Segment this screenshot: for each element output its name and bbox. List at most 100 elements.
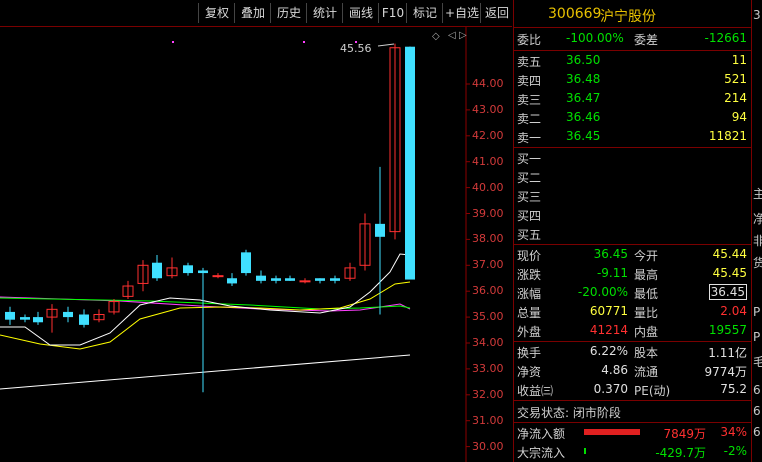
toolbar-add-watchlist-button[interactable]: +自选 [442, 3, 481, 23]
stat-row: 外盘 41214 内盘 19557 [514, 321, 751, 341]
fundamental-row: 收益㈢ 0.370 PE(动) 75.2 [514, 380, 751, 400]
candle-body [212, 275, 224, 278]
net-inflow-pct: 34% [720, 425, 747, 439]
y-axis-label: 44.00 [472, 77, 504, 90]
sliver-text: 3 [753, 8, 761, 22]
sell-level-row: 卖三 36.47 214 [514, 89, 751, 109]
candle-body [33, 317, 43, 323]
kline-chart[interactable]: 45.56 ◇ ◁ ▷ 44.00 43.00 42.00 41.00 40.00 39.… [0, 27, 512, 462]
toolbar-f10-button[interactable]: F10 [378, 3, 407, 23]
toolbar-stats-button[interactable]: 统计 [306, 3, 343, 23]
toolbar-fuquan-button[interactable]: 复权 [198, 3, 235, 23]
stat-label: 外盘 [517, 325, 542, 339]
sell-level-price: 36.48 [566, 72, 601, 86]
stat-label: 涨跌 [517, 268, 542, 282]
buy-level-label: 买四 [517, 209, 542, 223]
block-inflow-value: -429.7万 [655, 446, 706, 460]
quote-panel: 300669 沪宁股份 委比 -100.00% 委差 -12661 交易状态: … [513, 0, 751, 462]
stat-label2: 今开 [634, 249, 659, 263]
candle-body [198, 270, 208, 274]
toolbar-back-button[interactable]: 返回 [480, 3, 513, 23]
stat-row: 涨跌 -9.11 最高 45.45 [514, 264, 751, 284]
stat-label2: 最高 [634, 268, 659, 282]
y-axis-label: 37.00 [472, 258, 504, 272]
fundamental-value2: 9774万 [704, 365, 747, 379]
high-price-marker: 45.56 [340, 42, 372, 55]
sliver-text: P [753, 305, 761, 319]
y-axis-label: 34.00 [472, 336, 504, 349]
sell-level-volume: 11821 [708, 129, 747, 143]
stock-code: 300669 [548, 6, 602, 22]
weibi-value: -100.00% [566, 31, 624, 45]
weicha-label: 委差 [634, 33, 659, 47]
sell-level-row: 卖四 36.48 521 [514, 70, 751, 90]
candle-body [152, 262, 162, 279]
sliver-text: 6 [753, 404, 761, 418]
marker-dot [303, 41, 305, 43]
adjacent-panel-edge: 3主净非货PP毛666 [751, 0, 762, 462]
chevron-left-icon[interactable]: ◁ [448, 30, 456, 41]
buy-level-row: 买五 [514, 224, 751, 244]
sell-level-label: 卖三 [517, 93, 542, 107]
sliver-text: 毛 [753, 353, 762, 370]
sliver-text: 6 [753, 425, 761, 439]
sell-level-volume: 94 [731, 110, 747, 124]
fundamental-label2: 股本 [634, 346, 659, 360]
sell-level-price: 36.47 [566, 91, 601, 105]
fundamental-value2: 75.2 [720, 382, 747, 396]
weibi-label: 委比 [517, 33, 542, 47]
chart-toolbar: 复权 叠加 历史 统计 画线 F10 标记 +自选 返回 [0, 0, 512, 27]
block-inflow-bar [584, 448, 586, 454]
buy-level-label: 买五 [517, 228, 542, 242]
stock-title-bar: 300669 沪宁股份 [514, 0, 751, 28]
stat-value2: 45.45 [712, 266, 747, 280]
toolbar-mark-button[interactable]: 标记 [406, 3, 443, 23]
fundamental-row: 换手 6.22% 股本 1.11亿 [514, 342, 751, 362]
ma10-line [0, 281, 411, 350]
sliver-text: 货 [753, 254, 762, 271]
stat-label: 涨幅 [517, 287, 542, 301]
candle-body [299, 280, 311, 283]
toolbar-history-button[interactable]: 历史 [270, 3, 307, 23]
sliver-text: 主 [753, 185, 762, 202]
block-inflow-label: 大宗流入 [517, 446, 566, 460]
buy-level-label: 买三 [517, 190, 542, 204]
net-inflow-value: 7849万 [663, 427, 706, 441]
sliver-text: 非 [753, 232, 762, 249]
sell-level-price: 36.46 [566, 110, 601, 124]
stat-value: -20.00% [577, 285, 628, 299]
stat-value: 36.45 [593, 247, 628, 261]
stat-label2: 内盘 [634, 325, 659, 339]
y-axis-label: 31.00 [472, 413, 504, 427]
fundamental-value: 6.22% [589, 344, 628, 358]
sell-level-label: 卖一 [517, 131, 542, 145]
fundamental-label2: 流通 [634, 365, 659, 379]
sell-level-price: 36.50 [566, 53, 601, 67]
sell-level-label: 卖二 [517, 112, 542, 126]
sell-level-label: 卖四 [517, 74, 542, 88]
candle-body [285, 278, 295, 281]
toolbar-draw-button[interactable]: 画线 [342, 3, 379, 23]
candle-body [315, 278, 325, 281]
sell-level-volume: 11 [731, 53, 747, 67]
candle-body [271, 278, 281, 281]
buy-level-row: 买一 [514, 148, 751, 168]
buy-level-row: 买二 [514, 167, 751, 187]
candle-body [20, 317, 30, 320]
net-inflow-bar [584, 429, 640, 435]
stat-value2: 2.04 [720, 304, 747, 318]
net-inflow-row: 净流入额 7849万 34% [514, 423, 751, 443]
toolbar-overlay-button[interactable]: 叠加 [234, 3, 271, 23]
candle-body [330, 278, 340, 281]
y-axis-label: 39.00 [472, 206, 504, 220]
sell-level-label: 卖五 [517, 55, 542, 69]
high-price-leader [377, 43, 395, 47]
y-axis-label: 38.00 [472, 232, 504, 246]
kline-chart-svg [0, 27, 470, 462]
chevron-right-icon[interactable]: ▷ [459, 30, 467, 41]
stat-value2: 36.45 [708, 284, 747, 300]
stat-row: 总量 60771 量比 2.04 [514, 302, 751, 322]
candle-body [227, 278, 237, 284]
stat-label2: 最低 [634, 287, 659, 301]
diamond-icon[interactable]: ◇ [432, 31, 440, 42]
